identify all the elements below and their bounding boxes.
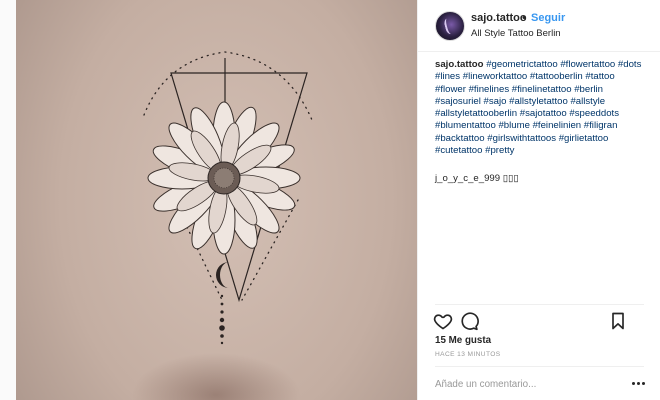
caption-hashtags[interactable]: #geometrictattoo #flowertattoo #dots #li… <box>435 59 641 156</box>
follow-button[interactable]: Seguir <box>531 12 565 24</box>
speech-bubble-icon[interactable] <box>459 311 479 331</box>
post-side-panel: sajo.tattoo • Seguir All Style Tattoo Be… <box>417 0 660 400</box>
separator-dot: • <box>522 12 526 24</box>
ellipsis-icon[interactable] <box>632 379 646 387</box>
header-username[interactable]: sajo.tattoo <box>471 12 527 24</box>
location-link[interactable]: All Style Tattoo Berlin <box>471 28 561 39</box>
comment-username[interactable]: j_o_y_c_e_999 <box>435 173 500 184</box>
caption-username[interactable]: sajo.tattoo <box>435 59 484 70</box>
comment-item: j_o_y_c_e_999 ▯▯▯ <box>435 173 645 184</box>
likes-count[interactable]: 15 Me gusta <box>435 335 491 346</box>
comment-input[interactable] <box>435 375 615 393</box>
divider <box>435 304 644 305</box>
comment-text: ▯▯▯ <box>502 173 519 184</box>
post-caption: sajo.tattoo #geometrictattoo #flowertatt… <box>435 59 645 157</box>
comment-bar <box>435 366 646 400</box>
post-timestamp: HACE 13 MINUTOS <box>435 351 501 358</box>
instagram-post-modal: sajo.tattoo • Seguir All Style Tattoo Be… <box>0 0 660 400</box>
bookmark-icon[interactable] <box>608 311 628 331</box>
daisy-tattoo-illustration <box>143 51 313 345</box>
post-header: sajo.tattoo • Seguir All Style Tattoo Be… <box>418 0 660 52</box>
dot-chain <box>219 294 225 345</box>
avatar[interactable] <box>435 11 465 41</box>
heart-icon[interactable] <box>433 311 453 331</box>
daisy-flower <box>147 101 301 255</box>
post-image[interactable] <box>16 0 417 400</box>
moon-shape <box>216 262 229 288</box>
